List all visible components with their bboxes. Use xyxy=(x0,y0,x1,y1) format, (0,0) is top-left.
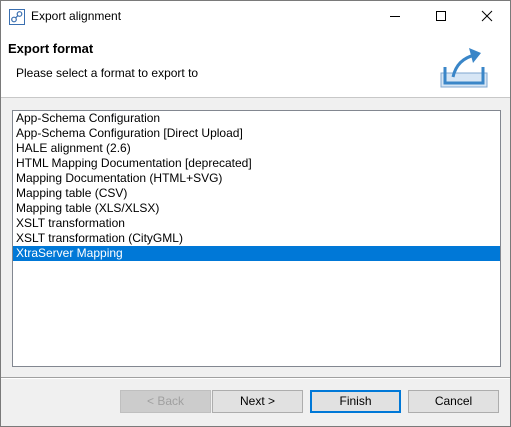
next-button[interactable]: Next > xyxy=(212,390,303,413)
format-list-item[interactable]: Mapping table (CSV) xyxy=(13,186,500,201)
close-button[interactable] xyxy=(464,1,510,31)
export-icon xyxy=(439,43,491,92)
format-list-item[interactable]: HTML Mapping Documentation [deprecated] xyxy=(13,156,500,171)
format-list-item[interactable]: Mapping Documentation (HTML+SVG) xyxy=(13,171,500,186)
window-title: Export alignment xyxy=(31,9,122,23)
page-title: Export format xyxy=(8,41,94,56)
separator xyxy=(1,377,510,379)
wizard-header: Export format Please select a format to … xyxy=(1,31,510,98)
minimize-icon xyxy=(390,16,400,17)
page-description: Please select a format to export to xyxy=(16,66,199,80)
format-list-item[interactable]: App-Schema Configuration [Direct Upload] xyxy=(13,126,500,141)
format-list-item[interactable]: XtraServer Mapping xyxy=(13,246,500,261)
maximize-icon xyxy=(436,11,446,21)
format-list-item[interactable]: HALE alignment (2.6) xyxy=(13,141,500,156)
close-icon xyxy=(481,10,493,22)
title-bar[interactable]: Export alignment xyxy=(1,1,510,31)
format-list[interactable]: App-Schema Configuration App-Schema Confi… xyxy=(12,110,501,367)
minimize-button[interactable] xyxy=(372,1,418,31)
back-button[interactable]: < Back xyxy=(120,390,211,413)
app-icon xyxy=(9,9,25,25)
format-list-item[interactable]: XSLT transformation (CityGML) xyxy=(13,231,500,246)
maximize-button[interactable] xyxy=(418,1,464,31)
finish-button[interactable]: Finish xyxy=(310,390,401,413)
format-list-item[interactable]: Mapping table (XLS/XLSX) xyxy=(13,201,500,216)
cancel-button[interactable]: Cancel xyxy=(408,390,499,413)
format-list-item[interactable]: App-Schema Configuration xyxy=(13,111,500,126)
export-dialog: Export alignment Export format Please se… xyxy=(0,0,511,427)
format-list-item[interactable]: XSLT transformation xyxy=(13,216,500,231)
